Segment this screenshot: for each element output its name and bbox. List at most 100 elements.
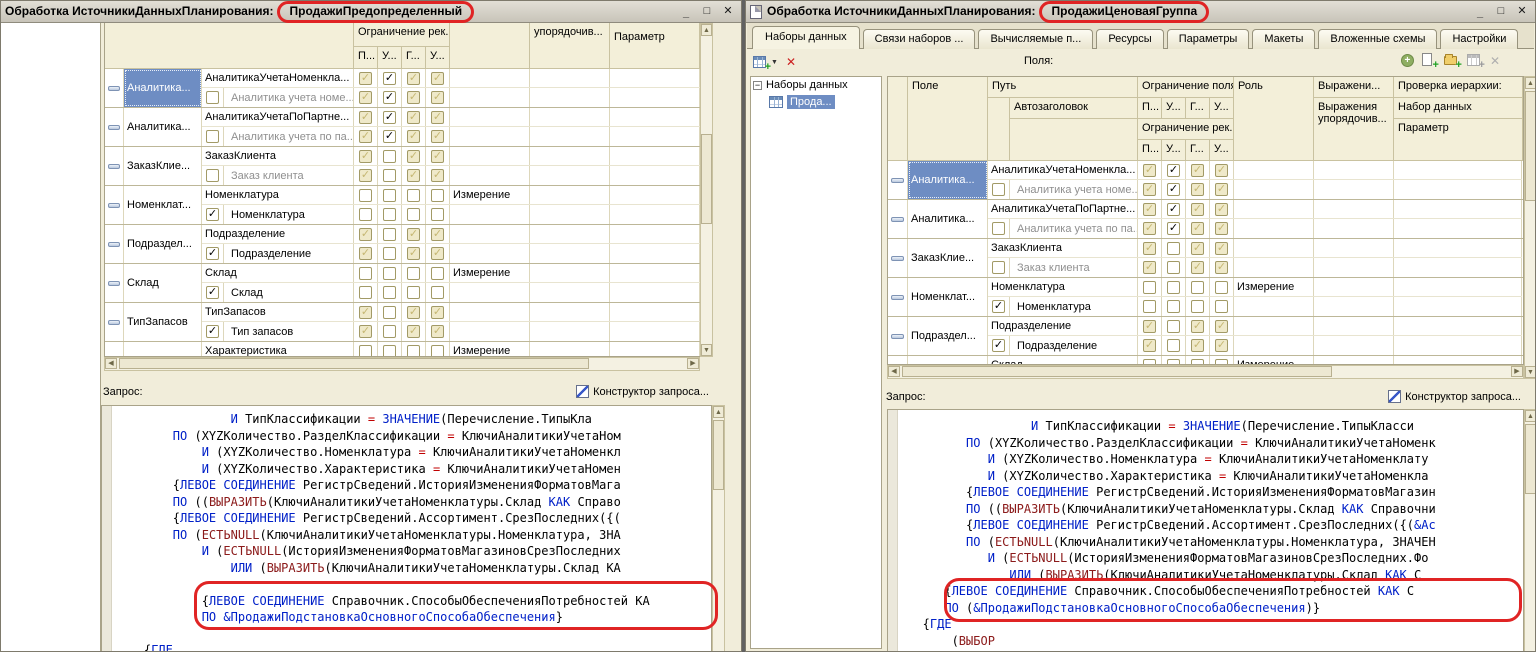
header-cell-blank[interactable]	[105, 23, 354, 69]
role-cell[interactable]	[1234, 297, 1314, 316]
autotitle-cell[interactable]: Номенклатура	[224, 205, 354, 224]
restriction-cell[interactable]: ✓	[1186, 336, 1210, 355]
extra-cell[interactable]	[530, 283, 610, 302]
extra-cell[interactable]	[530, 205, 610, 224]
role-cell[interactable]	[450, 283, 530, 302]
restriction-cell[interactable]: ✓	[1186, 317, 1210, 335]
checkbox-off[interactable]	[431, 208, 444, 221]
extra-cell[interactable]	[1314, 258, 1394, 277]
restriction-cell[interactable]: ✓	[426, 322, 450, 341]
checkbox-dim[interactable]: ✓	[1191, 261, 1204, 274]
header-cell-ordering[interactable]: упорядочив...	[530, 23, 610, 69]
restriction-cell[interactable]	[354, 342, 378, 357]
header-cell-check-p[interactable]: П...	[1138, 98, 1162, 119]
header-cell-blank[interactable]	[1010, 119, 1138, 161]
autotitle-cell[interactable]: Аналитика учета номе...	[224, 88, 354, 107]
restriction-cell[interactable]	[1162, 356, 1186, 365]
extra-cell[interactable]	[1394, 219, 1522, 238]
checkbox-off[interactable]	[407, 189, 420, 202]
checkbox-off[interactable]	[383, 169, 396, 182]
checkbox-dim[interactable]: ✓	[431, 111, 444, 124]
checkbox-dim[interactable]: ✓	[407, 228, 420, 241]
scroll-thumb[interactable]	[119, 358, 589, 369]
role-cell[interactable]: Измерение	[450, 342, 530, 357]
extra-cell[interactable]	[1394, 297, 1522, 316]
restriction-cell[interactable]: ✓	[354, 225, 378, 243]
row-grip[interactable]	[105, 108, 124, 146]
restriction-cell[interactable]	[1138, 356, 1162, 365]
checkbox-dim[interactable]: ✓	[1215, 261, 1228, 274]
restriction-cell[interactable]: ✓	[402, 108, 426, 126]
path-cell[interactable]: АналитикаУчетаНоменкла...	[988, 161, 1138, 179]
checkbox-off[interactable]	[1167, 300, 1180, 313]
extra-cell[interactable]	[1314, 336, 1394, 355]
restriction-cell[interactable]: ✓	[1138, 336, 1162, 355]
delete-field-button-disabled[interactable]: ✕	[1490, 54, 1500, 68]
restriction-cell[interactable]: ✓	[1186, 161, 1210, 179]
path-cell[interactable]: ТипЗапасов	[202, 303, 354, 321]
restriction-cell[interactable]: ✓	[1186, 258, 1210, 277]
autotitle-cell[interactable]: Заказ клиента	[1010, 258, 1138, 277]
restriction-cell[interactable]: ✓	[378, 69, 402, 87]
row-grip[interactable]	[888, 356, 908, 365]
restriction-cell[interactable]	[378, 342, 402, 357]
restriction-cell[interactable]	[426, 205, 450, 224]
query-editor-right[interactable]: И ТипКлассификации = ЗНАЧЕНИЕ(Перечислен…	[887, 409, 1524, 652]
scroll-up-icon[interactable]: ▲	[1525, 410, 1536, 422]
checkbox-on[interactable]: ✓	[383, 72, 396, 85]
extra-cell[interactable]	[610, 108, 700, 126]
checkbox-dim[interactable]: ✓	[407, 91, 420, 104]
checkbox-dim[interactable]: ✓	[359, 247, 372, 260]
scroll-down-icon[interactable]: ▼	[1525, 366, 1536, 378]
checkbox-dim[interactable]: ✓	[1191, 183, 1204, 196]
checkbox-dim[interactable]: ✓	[407, 325, 420, 338]
restriction-cell[interactable]: ✓	[426, 127, 450, 146]
role-cell[interactable]	[450, 69, 530, 87]
collapse-icon[interactable]: −	[753, 81, 762, 90]
checkbox-off[interactable]	[407, 208, 420, 221]
checkbox-off[interactable]	[431, 267, 444, 280]
checkbox-dim[interactable]: ✓	[359, 130, 372, 143]
field-name-cell[interactable]: ЗаказКлие...	[124, 147, 202, 185]
checkbox-dim[interactable]: ✓	[359, 91, 372, 104]
row-grip[interactable]	[105, 225, 124, 263]
checkbox-dim[interactable]: ✓	[431, 169, 444, 182]
autotitle-cell[interactable]: Склад	[224, 283, 354, 302]
restriction-cell[interactable]	[1210, 278, 1234, 296]
field-name-cell[interactable]: Аналитика...	[124, 108, 202, 146]
header-cell-check-g[interactable]: Г...	[402, 47, 426, 69]
restriction-cell[interactable]	[402, 283, 426, 302]
restriction-cell[interactable]: ✓	[426, 244, 450, 263]
role-cell[interactable]	[450, 322, 530, 341]
checkbox-dim[interactable]: ✓	[431, 325, 444, 338]
restriction-cell[interactable]: ✓	[1138, 219, 1162, 238]
restriction-cell[interactable]: ✓	[1138, 317, 1162, 335]
checkbox-on[interactable]: ✓	[1167, 203, 1180, 216]
tab-3[interactable]: Вычисляемые п...	[978, 29, 1093, 49]
header-cell-grip[interactable]	[888, 77, 908, 161]
autotitle-checkbox[interactable]: ✓	[206, 286, 219, 299]
close-icon[interactable]: ✕	[719, 4, 737, 19]
header-cell-check-u2[interactable]: У...	[426, 47, 450, 69]
scroll-up-icon[interactable]: ▲	[701, 24, 712, 36]
restriction-cell[interactable]: ✓	[426, 303, 450, 321]
checkbox-off[interactable]	[1167, 281, 1180, 294]
role-cell[interactable]	[450, 108, 530, 126]
restriction-cell[interactable]	[402, 205, 426, 224]
extra-cell[interactable]	[1394, 180, 1522, 199]
checkbox-off[interactable]	[383, 150, 396, 163]
checkbox-dim[interactable]: ✓	[359, 150, 372, 163]
restriction-cell[interactable]	[378, 283, 402, 302]
restriction-cell[interactable]: ✓	[402, 88, 426, 107]
autotitle-checkbox[interactable]	[206, 130, 219, 143]
autotitle-cell[interactable]: Тип запасов	[224, 322, 354, 341]
tab-7[interactable]: Вложенные схемы	[1318, 29, 1437, 49]
scroll-left-icon[interactable]: ◀	[105, 358, 117, 369]
restriction-cell[interactable]	[426, 186, 450, 204]
restriction-cell[interactable]: ✓	[354, 127, 378, 146]
restriction-cell[interactable]	[378, 147, 402, 165]
scroll-thumb[interactable]	[1525, 424, 1536, 494]
field-name-cell[interactable]: Номенклат...	[124, 186, 202, 224]
autotitle-checkbox-cell[interactable]: ✓	[988, 297, 1010, 316]
checkbox-dim[interactable]: ✓	[431, 91, 444, 104]
